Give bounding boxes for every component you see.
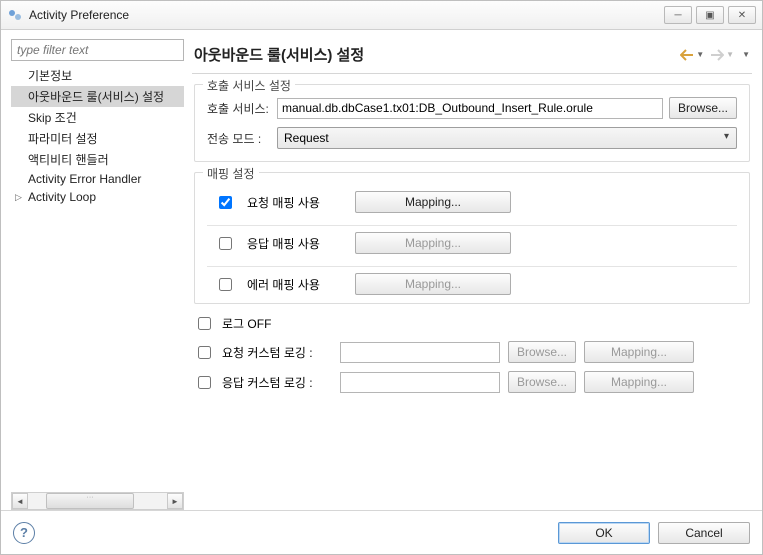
back-menu-icon[interactable]: ▼ (696, 50, 704, 59)
response-mapping-label: 응답 매핑 사용 (247, 235, 343, 252)
call-service-label: 호출 서비스: (207, 100, 271, 117)
page-header: 아웃바운드 룰(서비스) 설정 ▼ ▼ ▼ (192, 39, 752, 74)
dialog-window: Activity Preference ─ ▣ ✕ 기본정보 아웃바운드 룰(서… (0, 0, 763, 555)
dialog-body: 기본정보 아웃바운드 룰(서비스) 설정 Skip 조건 파라미터 설정 액티비… (1, 30, 762, 554)
error-mapping-label: 에러 매핑 사용 (247, 276, 343, 293)
tree-item-activity-loop[interactable]: Activity Loop (11, 188, 184, 206)
transfer-mode-select[interactable]: Request (277, 127, 737, 149)
request-mapping-label: 요청 매핑 사용 (247, 194, 343, 211)
title-bar: Activity Preference ─ ▣ ✕ (1, 1, 762, 30)
nav-tree: 기본정보 아웃바운드 룰(서비스) 설정 Skip 조건 파라미터 설정 액티비… (11, 65, 184, 492)
filter-input[interactable] (11, 39, 184, 61)
transfer-mode-label: 전송 모드 : (207, 130, 271, 147)
error-mapping-checkbox[interactable] (219, 278, 232, 291)
header-nav-arrows: ▼ ▼ ▼ (680, 49, 750, 61)
mapping-response-row: 응답 매핑 사용 Mapping... (207, 226, 737, 267)
transfer-mode-row: 전송 모드 : Request (207, 127, 737, 149)
scroll-track[interactable]: ··· (28, 493, 167, 509)
response-logging-row: 응답 커스텀 로깅 : Browse... Mapping... (194, 371, 750, 393)
request-logging-label: 요청 커스텀 로깅 : (222, 344, 332, 361)
mapping-error-row: 에러 매핑 사용 Mapping... (207, 267, 737, 297)
response-logging-label: 응답 커스텀 로깅 : (222, 374, 332, 391)
error-mapping-button: Mapping... (355, 273, 511, 295)
request-logging-row: 요청 커스텀 로깅 : Browse... Mapping... (194, 341, 750, 363)
dropdown-icon[interactable]: ▼ (742, 50, 750, 59)
help-icon[interactable]: ? (13, 522, 35, 544)
back-icon[interactable] (680, 49, 694, 61)
mapping-request-row: 요청 매핑 사용 Mapping... (207, 185, 737, 226)
scroll-left-arrow[interactable]: ◄ (12, 493, 28, 509)
app-icon (7, 7, 23, 23)
forward-menu-icon: ▼ (726, 50, 734, 59)
request-logging-checkbox[interactable] (198, 346, 211, 359)
call-service-browse-button[interactable]: Browse... (669, 97, 737, 119)
call-service-group: 호출 서비스 설정 호출 서비스: Browse... 전송 모드 : Requ… (194, 84, 750, 162)
request-logging-browse-button: Browse... (508, 341, 576, 363)
call-service-legend: 호출 서비스 설정 (203, 77, 295, 94)
tree-item-outbound-rule[interactable]: 아웃바운드 룰(서비스) 설정 (11, 86, 184, 107)
request-mapping-button[interactable]: Mapping... (355, 191, 511, 213)
ok-button[interactable]: OK (558, 522, 650, 544)
forward-icon (710, 49, 724, 61)
tree-item-activity-handler[interactable]: 액티비티 핸들러 (11, 149, 184, 170)
response-logging-mapping-button: Mapping... (584, 371, 694, 393)
minimize-button[interactable]: ─ (664, 6, 692, 24)
main-split: 기본정보 아웃바운드 룰(서비스) 설정 Skip 조건 파라미터 설정 액티비… (1, 30, 762, 510)
transfer-mode-value: Request (284, 131, 329, 145)
content-pane: 아웃바운드 룰(서비스) 설정 ▼ ▼ ▼ 호출 서비스 설정 호출 서비스: (192, 39, 752, 510)
response-mapping-checkbox[interactable] (219, 237, 232, 250)
cancel-button[interactable]: Cancel (658, 522, 750, 544)
page-title: 아웃바운드 룰(서비스) 설정 (194, 44, 680, 65)
scroll-thumb[interactable]: ··· (46, 493, 134, 509)
mapping-legend: 매핑 설정 (203, 165, 259, 182)
tree-item-parameter[interactable]: 파라미터 설정 (11, 128, 184, 149)
window-controls: ─ ▣ ✕ (664, 6, 756, 24)
sidebar-scrollbar[interactable]: ◄ ··· ► (11, 492, 184, 510)
response-logging-browse-button: Browse... (508, 371, 576, 393)
log-off-checkbox[interactable] (198, 317, 211, 330)
dialog-footer: ? OK Cancel (1, 510, 762, 554)
window-title: Activity Preference (29, 8, 664, 22)
request-logging-mapping-button: Mapping... (584, 341, 694, 363)
call-service-input[interactable] (277, 98, 663, 119)
tree-item-skip[interactable]: Skip 조건 (11, 107, 184, 128)
response-logging-input[interactable] (340, 372, 500, 393)
request-mapping-checkbox[interactable] (219, 196, 232, 209)
close-button[interactable]: ✕ (728, 6, 756, 24)
footer-buttons: OK Cancel (558, 522, 750, 544)
tree-item-basic[interactable]: 기본정보 (11, 65, 184, 86)
response-logging-checkbox[interactable] (198, 376, 211, 389)
call-service-row: 호출 서비스: Browse... (207, 97, 737, 119)
log-off-label: 로그 OFF (222, 315, 332, 332)
mapping-group: 매핑 설정 요청 매핑 사용 Mapping... 응답 매핑 사용 Mappi… (194, 172, 750, 304)
request-logging-input[interactable] (340, 342, 500, 363)
log-off-row: 로그 OFF (194, 314, 750, 333)
tree-item-error-handler[interactable]: Activity Error Handler (11, 170, 184, 188)
scroll-right-arrow[interactable]: ► (167, 493, 183, 509)
logging-section: 로그 OFF 요청 커스텀 로깅 : Browse... Mapping... … (192, 304, 752, 401)
response-mapping-button: Mapping... (355, 232, 511, 254)
maximize-button[interactable]: ▣ (696, 6, 724, 24)
sidebar: 기본정보 아웃바운드 룰(서비스) 설정 Skip 조건 파라미터 설정 액티비… (11, 39, 184, 510)
